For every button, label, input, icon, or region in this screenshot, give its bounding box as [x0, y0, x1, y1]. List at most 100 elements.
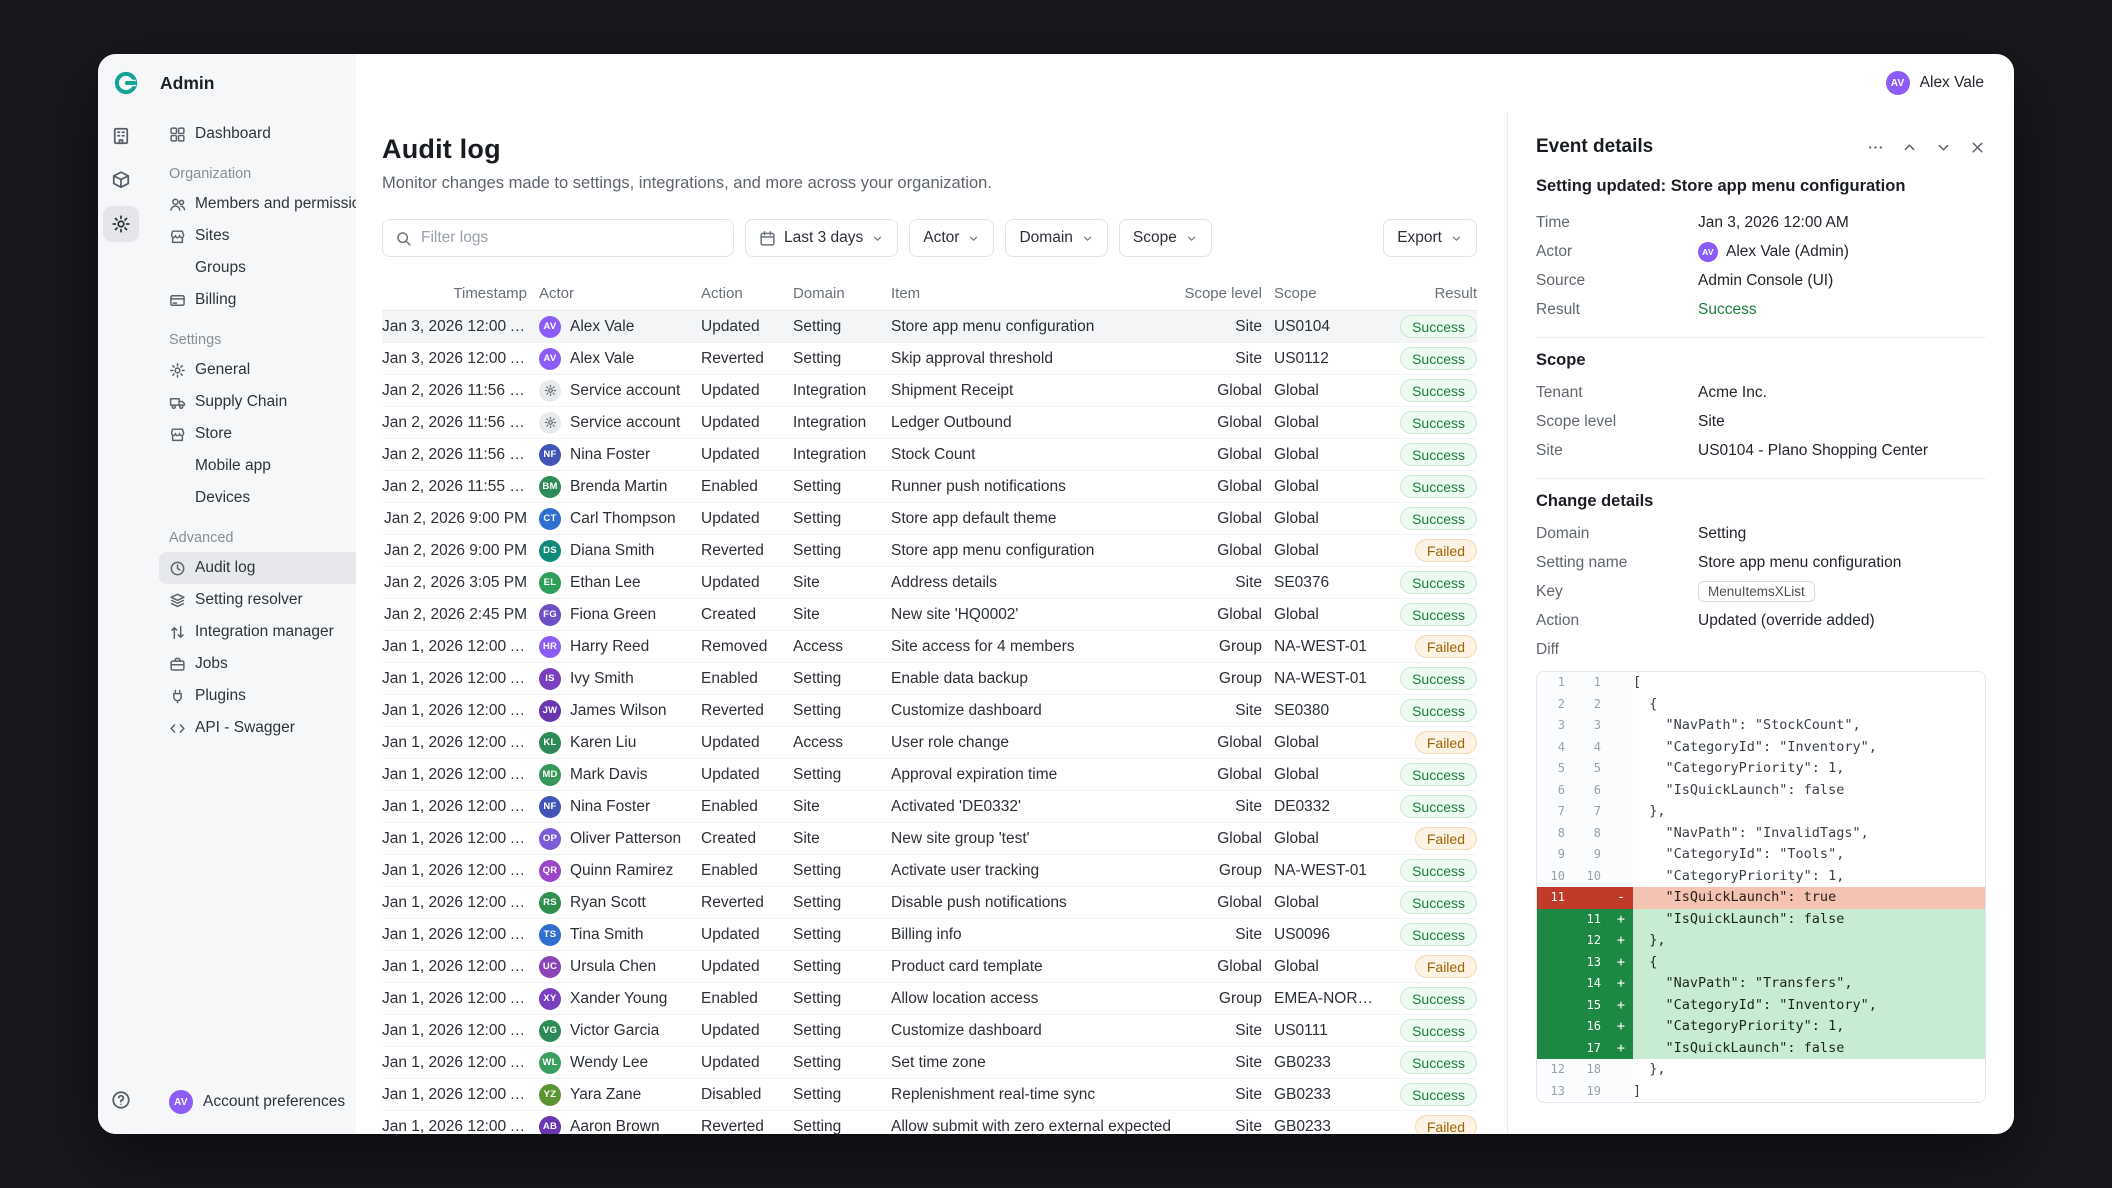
table-row[interactable]: Jan 1, 2026 12:00 AMUCUrsula ChenUpdated…: [382, 951, 1477, 983]
table-row[interactable]: Jan 1, 2026 12:00 AMISIvy SmithEnabledSe…: [382, 663, 1477, 695]
cell-scope-level: Site: [1184, 318, 1262, 336]
cell-scope-level: Site: [1184, 702, 1262, 720]
table-row[interactable]: Jan 1, 2026 12:00 AMYZYara ZaneDisabledS…: [382, 1079, 1477, 1111]
cell-result: Success: [1391, 795, 1477, 818]
table-row[interactable]: Jan 1, 2026 12:00 AMXYXander YoungEnable…: [382, 983, 1477, 1015]
scope-section-title: Scope: [1536, 351, 1986, 370]
sidebar-item-devices[interactable]: Devices: [159, 482, 387, 514]
sidebar-item-setting-resolver[interactable]: Setting resolver: [159, 584, 387, 616]
sidebar-item-api-swagger[interactable]: API - Swagger: [159, 712, 387, 744]
table-row[interactable]: Jan 1, 2026 12:00 AMOPOliver PattersonCr…: [382, 823, 1477, 855]
cell-item: Skip approval threshold: [891, 350, 1172, 368]
table-row[interactable]: Jan 1, 2026 12:00 AMMDMark DavisUpdatedS…: [382, 759, 1477, 791]
table-row[interactable]: Jan 2, 2026 11:55 PMBMBrenda MartinEnabl…: [382, 471, 1477, 503]
result-badge: Success: [1400, 347, 1477, 370]
detail-label: Time: [1536, 214, 1698, 232]
sidebar-item-mobile-app[interactable]: Mobile app: [159, 450, 387, 482]
sidebar-item-integration-manager[interactable]: Integration manager: [159, 616, 387, 648]
date-range-filter[interactable]: Last 3 days: [745, 219, 898, 257]
table-row[interactable]: Jan 1, 2026 12:00 AMRSRyan ScottReverted…: [382, 887, 1477, 919]
more-actions-button[interactable]: [1867, 139, 1884, 156]
table-row[interactable]: Jan 2, 2026 2:45 PMFGFiona GreenCreatedS…: [382, 599, 1477, 631]
chevron-down-icon: [1450, 232, 1463, 245]
table-row[interactable]: Jan 1, 2026 12:00 AMWLWendy LeeUpdatedSe…: [382, 1047, 1477, 1079]
detail-row-key: KeyMenuItemsXList: [1536, 577, 1986, 606]
sidebar-item-groups[interactable]: Groups: [159, 252, 387, 284]
table-row[interactable]: Jan 1, 2026 12:00 AMTSTina SmithUpdatedS…: [382, 919, 1477, 951]
cell-item: Runner push notifications: [891, 478, 1172, 496]
actor-name: Service account: [570, 382, 680, 400]
scope-filter[interactable]: Scope: [1119, 219, 1212, 257]
cell-scope: Global: [1274, 510, 1379, 528]
sidebar-item-supply-chain[interactable]: Supply Chain: [159, 386, 387, 418]
cell-item: Product card template: [891, 958, 1172, 976]
cell-action: Updated: [701, 734, 781, 752]
cell-scope: SE0380: [1274, 702, 1379, 720]
table-row[interactable]: Jan 3, 2026 12:00 AMAVAlex ValeUpdatedSe…: [382, 311, 1477, 343]
previous-event-button[interactable]: [1901, 139, 1918, 156]
rail-item-organization[interactable]: [103, 118, 139, 154]
jobs-icon: [169, 656, 186, 673]
detail-label: Site: [1536, 442, 1698, 460]
detail-value: Setting: [1698, 525, 1746, 543]
export-button[interactable]: Export: [1383, 219, 1477, 257]
rail-item-supply-chain[interactable]: [103, 162, 139, 198]
rail-item-settings[interactable]: [103, 206, 139, 242]
detail-row-domain: DomainSetting: [1536, 519, 1986, 548]
table-row[interactable]: Jan 1, 2026 12:00 AMABAaron BrownReverte…: [382, 1111, 1477, 1134]
next-event-button[interactable]: [1935, 139, 1952, 156]
cell-action: Updated: [701, 318, 781, 336]
table-row[interactable]: Jan 3, 2026 12:00 AMAVAlex ValeRevertedS…: [382, 343, 1477, 375]
result-badge: Failed: [1415, 1115, 1477, 1134]
actor-avatar: VG: [539, 1020, 561, 1042]
sidebar-item-audit-log[interactable]: Audit log: [159, 552, 387, 584]
table-row[interactable]: Jan 2, 2026 11:56 PMService accountUpdat…: [382, 375, 1477, 407]
sidebar-item-jobs[interactable]: Jobs: [159, 648, 387, 680]
table-row[interactable]: Jan 2, 2026 9:00 PMDSDiana SmithReverted…: [382, 535, 1477, 567]
cell-scope: Global: [1274, 382, 1379, 400]
sidebar-item-sites[interactable]: Sites: [159, 220, 387, 252]
filter-logs-input[interactable]: [421, 229, 721, 247]
actor-avatar: AV: [539, 316, 561, 338]
actor-name: Diana Smith: [570, 542, 654, 560]
sidebar-item-billing[interactable]: Billing: [159, 284, 387, 316]
help-button[interactable]: [103, 1082, 139, 1118]
table-row[interactable]: Jan 1, 2026 12:00 AMVGVictor GarciaUpdat…: [382, 1015, 1477, 1047]
cell-result: Success: [1391, 411, 1477, 434]
user-menu[interactable]: AV Alex Vale: [1886, 71, 1984, 95]
cell-scope-level: Global: [1184, 542, 1262, 560]
sidebar-item-members-and-permissions[interactable]: Members and permissions: [159, 188, 387, 220]
table-row[interactable]: Jan 2, 2026 9:00 PMCTCarl ThompsonUpdate…: [382, 503, 1477, 535]
table-row[interactable]: Jan 2, 2026 3:05 PMELEthan LeeUpdatedSit…: [382, 567, 1477, 599]
sidebar-item-store[interactable]: Store: [159, 418, 387, 450]
actor-avatar: EL: [539, 572, 561, 594]
table-row[interactable]: Jan 1, 2026 12:00 AMHRHarry ReedRemovedA…: [382, 631, 1477, 663]
cell-action: Reverted: [701, 894, 781, 912]
cell-scope: EMEA-NORDICS-…: [1274, 990, 1379, 1008]
close-panel-button[interactable]: [1969, 139, 1986, 156]
table-row[interactable]: Jan 1, 2026 12:00 AMJWJames WilsonRevert…: [382, 695, 1477, 727]
actor-avatar: FG: [539, 604, 561, 626]
diff-new-line-number: 12: [1573, 930, 1609, 952]
table-row[interactable]: Jan 2, 2026 11:56 PMService accountUpdat…: [382, 407, 1477, 439]
cell-actor: AVAlex Vale: [539, 316, 689, 338]
domain-filter[interactable]: Domain: [1005, 219, 1107, 257]
table-row[interactable]: Jan 1, 2026 12:00 AMKLKaren LiuUpdatedAc…: [382, 727, 1477, 759]
sidebar-item-general[interactable]: General: [159, 354, 387, 386]
table-row[interactable]: Jan 2, 2026 11:56 PMNFNina FosterUpdated…: [382, 439, 1477, 471]
cell-action: Updated: [701, 766, 781, 784]
table-row[interactable]: Jan 1, 2026 12:00 AMQRQuinn RamirezEnabl…: [382, 855, 1477, 887]
table-row[interactable]: Jan 1, 2026 12:00 AMNFNina FosterEnabled…: [382, 791, 1477, 823]
nav-section-label: Organization: [159, 166, 387, 182]
cell-timestamp: Jan 2, 2026 11:56 PM: [382, 382, 527, 400]
actor-name: Mark Davis: [570, 766, 648, 784]
sidebar-item-label: Store: [195, 425, 232, 443]
actor-name: Carl Thompson: [570, 510, 676, 528]
actor-filter[interactable]: Actor: [909, 219, 994, 257]
diff-old-line-number: [1537, 952, 1573, 974]
sidebar-item-label: Setting resolver: [195, 591, 303, 609]
sidebar-item-dashboard[interactable]: Dashboard: [159, 118, 387, 150]
sidebar-item-plugins[interactable]: Plugins: [159, 680, 387, 712]
diff-sign: [1609, 737, 1633, 759]
account-preferences[interactable]: AV Account preferences: [159, 1076, 387, 1134]
